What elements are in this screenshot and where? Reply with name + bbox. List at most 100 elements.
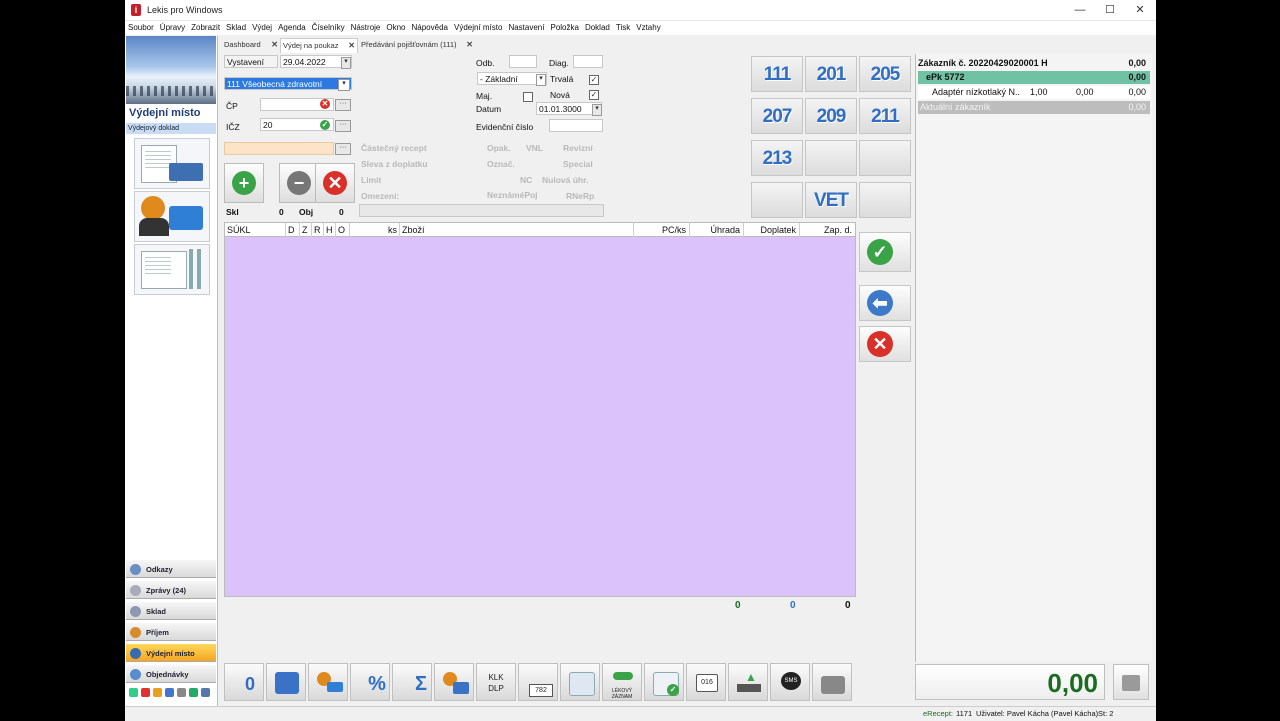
col-zap-d[interactable]: Zap. d. [799,223,855,237]
tab-predavani[interactable]: Předávání pojišťovnám (111) ✕ [359,38,475,52]
pojistovna-select[interactable]: 111 Všeobecná zdravotní [224,77,352,90]
menu-polozka[interactable]: Položka [547,21,581,35]
insurer-button-empty[interactable] [805,140,857,176]
sleva-label[interactable]: Sleva z doplatku [361,158,428,170]
menu-sklad[interactable]: Sklad [223,21,249,35]
insurer-button-205[interactable]: 205 [859,56,911,92]
insurer-button-201[interactable]: 201 [805,56,857,92]
date-picker-icon[interactable]: ▾ [341,57,351,69]
nav-vydejni-misto[interactable]: Výdejní místo [126,643,216,662]
confirm-button[interactable]: ✓ [859,232,911,272]
quick-user-icon[interactable] [189,688,198,697]
quick-check-icon[interactable] [129,688,138,697]
quick-alert-icon[interactable] [141,688,150,697]
nav-odkazy[interactable]: Odkazy [126,559,216,578]
add-item-button[interactable]: + [224,163,264,203]
remove-item-button[interactable]: − [279,163,319,203]
tool-discount-button[interactable]: % [350,663,390,701]
diag-field[interactable] [573,55,603,68]
menu-agenda[interactable]: Agenda [275,21,309,35]
limit-label[interactable]: Limit [361,174,381,186]
tool-sms-button[interactable]: SMS [770,663,810,701]
nova-checkbox[interactable]: ✓ [589,90,599,100]
customer-basket-icon[interactable] [134,191,210,242]
tab-dashboard[interactable]: Dashboard ✕ [222,38,280,52]
tool-upload-button[interactable]: ▲ [728,663,768,701]
insurer-button-111[interactable]: 111 [751,56,803,92]
menu-doklad[interactable]: Doklad [582,21,613,35]
evid-field[interactable] [549,119,603,132]
tool-approve-doc-button[interactable]: ✓ [644,663,684,701]
insurer-button-empty[interactable] [751,182,803,218]
insurer-button-207[interactable]: 207 [751,98,803,134]
patient-field[interactable] [224,142,334,155]
col-d[interactable]: D [285,223,299,237]
patient-lookup-button[interactable]: ··· [335,143,351,155]
nav-prijem[interactable]: Příjem [126,622,216,641]
quick-tool-icon[interactable] [153,688,162,697]
current-customer-row[interactable]: Aktuální zákazník 0,00 [918,101,1150,114]
col-uhrada[interactable]: Úhrada [689,223,743,237]
insurer-button-211[interactable]: 211 [859,98,911,134]
close-window-button[interactable]: ✕ [1125,0,1155,20]
tool-lekovy-zaznam-button[interactable]: LÉKOVÝ ZÁZNAM [602,663,642,701]
tool-phone-button[interactable] [560,663,600,701]
col-o[interactable]: O [335,223,349,237]
insurer-button-213[interactable]: 213 [751,140,803,176]
nulova-label[interactable]: Nulová úhr. [542,174,588,186]
minimize-button[interactable]: — [1065,0,1095,20]
quick-grid-icon[interactable] [177,688,186,697]
chevron-down-icon[interactable]: ▾ [338,79,350,91]
item-row[interactable]: Adaptér nízkotlaký N.. 1,00 0,00 0,00 [918,86,1150,99]
col-ks[interactable]: ks [349,223,399,237]
chevron-down-icon[interactable]: ▾ [536,74,546,86]
insurer-button-empty[interactable] [859,182,911,218]
insurer-button-209[interactable]: 209 [805,98,857,134]
maj-checkbox[interactable] [523,92,533,102]
vnl-label[interactable]: VNL [526,142,543,154]
col-doplatek[interactable]: Doplatek [743,223,799,237]
items-grid-body[interactable] [224,237,856,597]
col-pc[interactable]: PC/ks [633,223,689,237]
tool-cash-register-button[interactable] [812,663,852,701]
tool-customer-card-button[interactable] [308,663,348,701]
menu-zobrazit[interactable]: Zobrazit [188,21,223,35]
col-h[interactable]: H [323,223,335,237]
icz-lookup-button[interactable]: ··· [335,120,351,132]
col-zbozi[interactable]: Zboží [399,223,633,237]
menu-okno[interactable]: Okno [383,21,408,35]
tab-vydej-na-poukaz[interactable]: Výdej na poukaz ✕ [280,38,358,53]
aid-voucher-icon[interactable] [134,244,210,295]
menu-ciselniky[interactable]: Číselníky [309,21,348,35]
col-r[interactable]: R [311,223,323,237]
trvala-checkbox[interactable]: ✓ [589,75,599,85]
insurer-button-vet[interactable]: VET [805,182,857,218]
maximize-button[interactable]: ☐ [1095,0,1125,20]
menu-upravy[interactable]: Úpravy [157,21,188,35]
revizni-label[interactable]: Revizní [563,142,593,154]
odb-field[interactable] [509,55,537,68]
back-button[interactable]: ⬅ [859,285,911,321]
print-button[interactable] [1113,664,1149,700]
tool-016-button[interactable]: 016 [686,663,726,701]
cp-lookup-button[interactable]: ··· [335,99,351,111]
quick-doc-icon[interactable] [165,688,174,697]
datum-picker-icon[interactable]: ▾ [592,104,602,116]
tool-loyalty-button[interactable] [434,663,474,701]
menu-soubor[interactable]: Soubor [125,21,157,35]
nc-label[interactable]: NC [520,174,532,186]
tool-782-button[interactable]: 782 [518,663,558,701]
tool-klk-dlp-button[interactable]: KLK DLP [476,663,516,701]
menu-nastroje[interactable]: Nástroje [348,21,384,35]
prescription-card-icon[interactable] [134,138,210,189]
menu-vztahy[interactable]: Vztahy [633,21,663,35]
tool-rx-zero-button[interactable]: 0 [224,663,264,701]
tool-sum-button[interactable]: Σ [392,663,432,701]
neznamepoj-label[interactable]: NeznáméPoj [487,189,538,201]
epk-row[interactable]: ePk 5772 0,00 [918,71,1150,84]
menu-tisk[interactable]: Tisk [613,21,633,35]
menu-nastaveni[interactable]: Nastavení [505,21,547,35]
tab-close-icon[interactable]: ✕ [466,38,473,52]
rnerp-label[interactable]: RNeRp [566,190,594,202]
castecny-label[interactable]: Částečný recept [361,142,427,154]
